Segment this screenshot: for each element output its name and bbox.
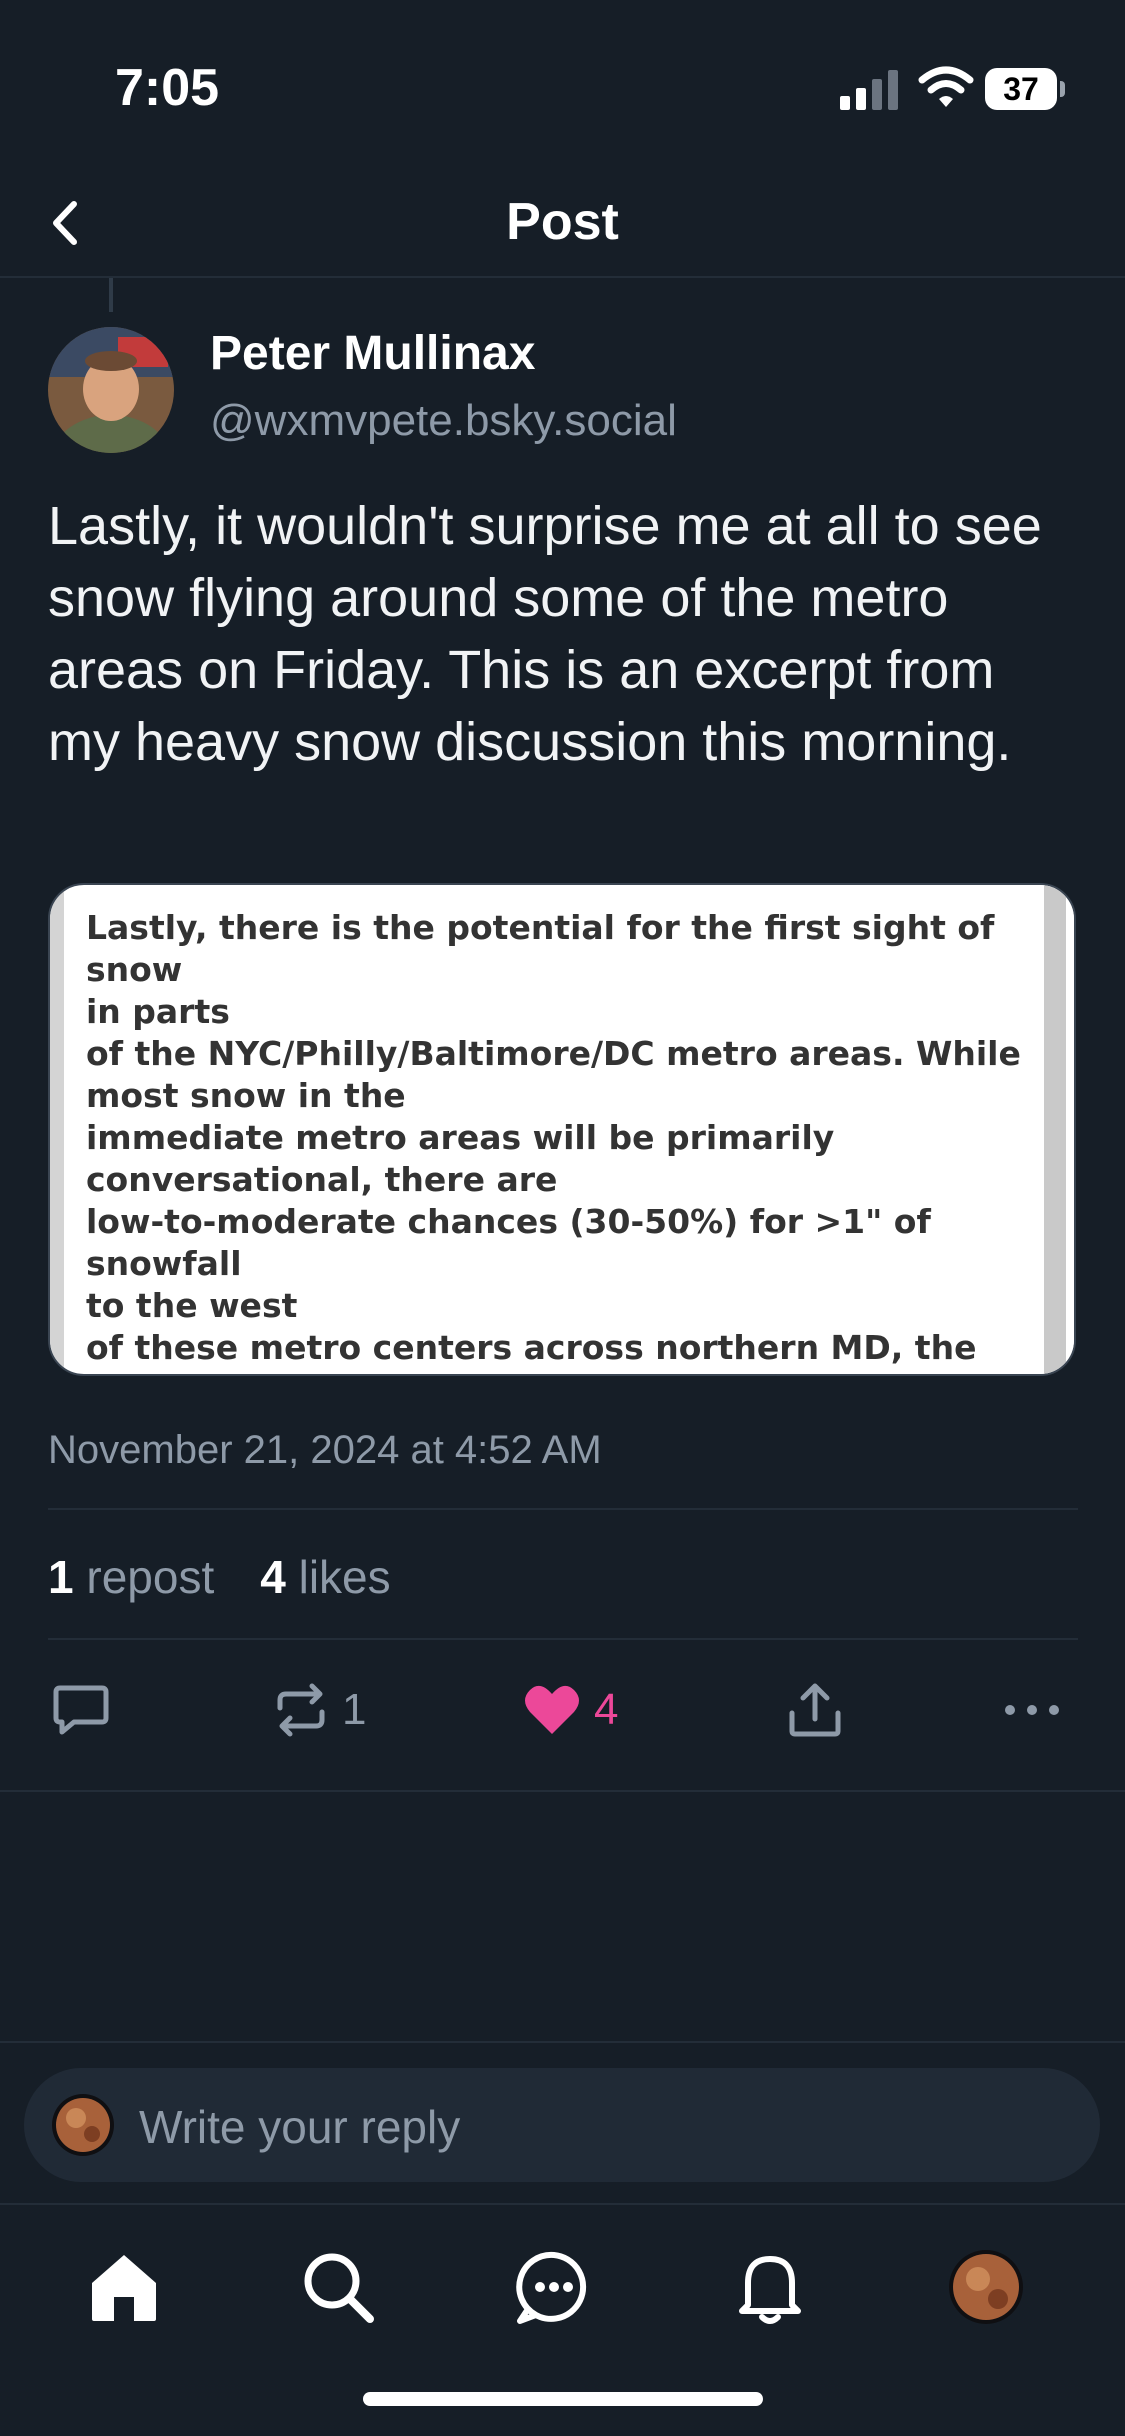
embed-scrollbar [1030, 885, 1074, 1374]
likes-stat[interactable]: 4 likes [260, 1551, 390, 1603]
post-actions: 1 4 [0, 1660, 1125, 1760]
like-button[interactable]: 4 [522, 1680, 618, 1740]
search-icon [304, 2253, 374, 2323]
embed-excerpt-text: Lastly, there is the potential for the f… [86, 908, 1021, 1374]
post-text: Lastly, it wouldn't surprise me at all t… [48, 496, 1042, 772]
reply-input[interactable]: Write your reply [24, 2068, 1100, 2182]
back-button[interactable] [40, 190, 100, 256]
profile-avatar [949, 2250, 1023, 2324]
reposts-label: repost [86, 1551, 215, 1603]
author-handle[interactable]: @wxmvpete.bsky.social [210, 396, 677, 446]
embed-scrollbar-thumb [1044, 885, 1066, 1374]
tab-notifications[interactable] [730, 2247, 810, 2327]
post-stats: 1 repost 4 likes [48, 1550, 391, 1604]
user-avatar [52, 2094, 114, 2156]
home-icon [92, 2255, 156, 2321]
status-bar: 7:05 37 [0, 0, 1125, 170]
likes-count: 4 [260, 1551, 286, 1603]
post-header: Post [0, 170, 1125, 278]
share-icon [789, 1683, 841, 1737]
reposts-stat[interactable]: 1 repost [48, 1551, 214, 1603]
divider [48, 1508, 1078, 1510]
cellular-signal-icon [840, 70, 898, 110]
thread-line [109, 278, 113, 312]
notifications-icon [739, 2256, 801, 2324]
battery-icon: 37 [985, 68, 1065, 110]
status-time: 7:05 [115, 59, 220, 117]
reposts-count: 1 [48, 1551, 74, 1603]
battery-tip [1060, 81, 1065, 97]
chat-icon [516, 2251, 587, 2324]
tab-home[interactable] [84, 2247, 164, 2327]
reply-placeholder: Write your reply [139, 2101, 461, 2153]
divider [0, 2041, 1125, 2043]
author-avatar[interactable] [48, 327, 174, 453]
reply-button[interactable] [52, 1680, 110, 1740]
share-button[interactable] [786, 1680, 844, 1740]
like-count: 4 [594, 1685, 619, 1734]
tab-chat[interactable] [514, 2247, 594, 2327]
embed-left-border [50, 885, 64, 1374]
divider [48, 1638, 1078, 1640]
divider [0, 1790, 1125, 1792]
more-icon [1005, 1705, 1059, 1715]
page-title: Post [506, 193, 619, 251]
likes-label: likes [298, 1551, 391, 1603]
tab-profile[interactable] [946, 2247, 1026, 2327]
post-image-embed[interactable]: Lastly, there is the potential for the f… [48, 883, 1076, 1376]
author-name[interactable]: Peter Mullinax [210, 326, 535, 381]
battery-level: 37 [985, 68, 1057, 110]
more-options-button[interactable] [1004, 1680, 1060, 1740]
repost-button[interactable]: 1 [272, 1680, 366, 1740]
home-indicator[interactable] [363, 2392, 763, 2406]
repost-count: 1 [342, 1685, 367, 1734]
reply-icon [53, 1685, 109, 1735]
tab-search[interactable] [298, 2247, 378, 2327]
heart-icon [525, 1685, 579, 1734]
wifi-icon [918, 66, 974, 107]
post-timestamp: November 21, 2024 at 4:52 AM [48, 1428, 602, 1472]
repost-icon [277, 1683, 325, 1737]
